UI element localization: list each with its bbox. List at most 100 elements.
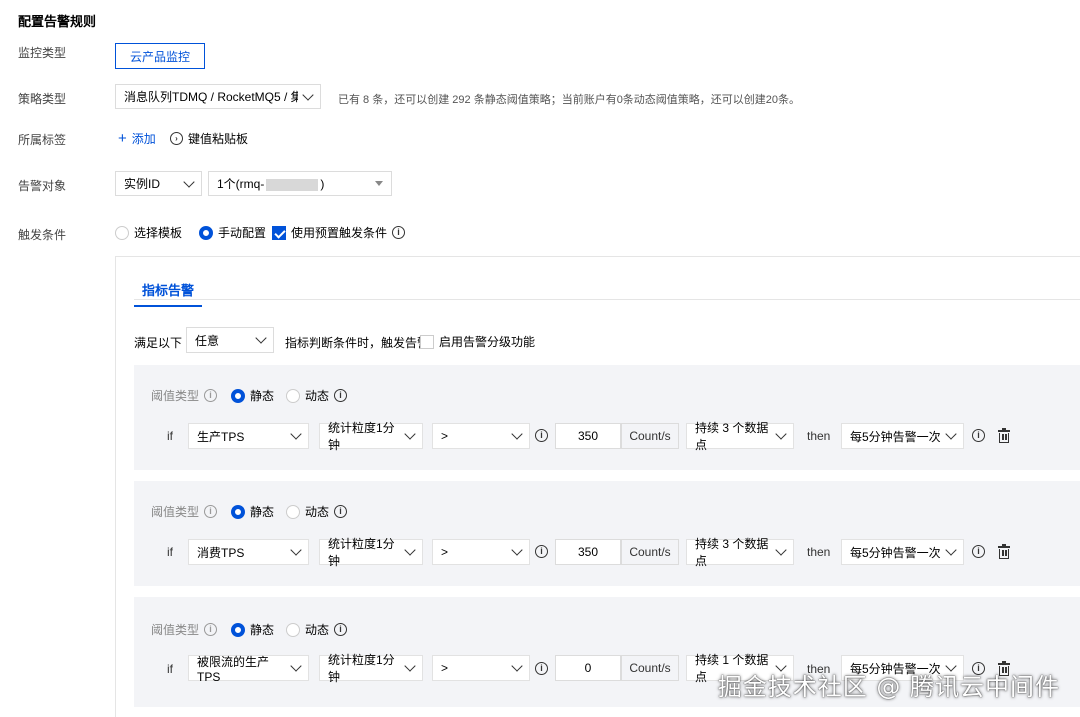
if-label: if <box>167 429 173 443</box>
granularity-select[interactable]: 统计粒度1分钟 <box>319 421 423 452</box>
operator-select[interactable]: > <box>432 539 530 565</box>
info-icon[interactable]: i <box>204 623 218 636</box>
radio-on-icon <box>231 504 245 519</box>
info-icon[interactable]: i <box>334 389 348 402</box>
trigger-template-label: 选择模板 <box>134 226 183 240</box>
info-icon[interactable]: i <box>535 429 548 442</box>
chevron-down-icon <box>183 175 195 188</box>
chevron-down-icon <box>775 544 787 556</box>
info-icon[interactable]: i <box>535 545 548 558</box>
metric-value: 生产TPS <box>197 429 245 444</box>
metric-select[interactable]: 被限流的生产TPS <box>188 654 309 684</box>
chevron-down-icon <box>404 544 416 556</box>
info-icon[interactable]: i <box>204 505 218 518</box>
key-value-paste-label: 键值粘贴板 <box>188 132 249 146</box>
tags-label: 所属标签 <box>18 133 67 147</box>
instance-select[interactable]: 1个(rmq-) <box>208 171 392 196</box>
dynamic-radio[interactable]: 动态 i <box>286 621 348 638</box>
operator-value: > <box>441 545 449 559</box>
trigger-manual-radio[interactable]: 手动配置 <box>199 224 266 241</box>
threshold-type-label: 阈值类型 <box>151 389 200 403</box>
delete-icon[interactable] <box>998 544 1010 559</box>
radio-on-icon <box>199 225 213 240</box>
metric-value: 消费TPS <box>197 545 245 560</box>
info-icon[interactable]: i <box>204 389 218 402</box>
plus-icon: + <box>118 129 127 147</box>
operator-value: > <box>441 661 449 675</box>
dynamic-radio[interactable]: 动态 i <box>286 503 348 520</box>
radio-off-icon <box>115 225 129 240</box>
chevron-down-icon <box>290 544 302 556</box>
chevron-down-icon <box>404 428 416 440</box>
id-type-select[interactable]: 实例ID <box>115 171 202 196</box>
alarm-grading-label: 启用告警分级功能 <box>439 335 536 349</box>
policy-type-value: 消息队列TDMQ / RocketMQ5 / 集群 <box>124 90 298 104</box>
static-radio[interactable]: 静态 <box>231 503 274 520</box>
info-icon[interactable]: i <box>972 429 985 442</box>
info-icon[interactable]: i <box>334 505 348 518</box>
duration-value: 持续 3 个数据点 <box>695 537 769 568</box>
threshold-value-input[interactable]: 350 <box>555 423 621 449</box>
dynamic-label: 动态 <box>305 389 330 403</box>
static-radio[interactable]: 静态 <box>231 387 274 404</box>
duration-select[interactable]: 持续 3 个数据点 <box>686 537 794 568</box>
metric-select[interactable]: 生产TPS <box>188 423 309 449</box>
dynamic-label: 动态 <box>305 505 330 519</box>
cloud-product-monitor-button[interactable]: 云产品监控 <box>115 43 205 69</box>
chevron-down-icon <box>290 660 302 672</box>
info-icon[interactable]: i <box>535 662 548 675</box>
static-radio[interactable]: 静态 <box>231 621 274 638</box>
watermark: 掘金技术社区 @ 腾讯云中间件 <box>717 673 1060 701</box>
unit-label: Count/s <box>621 655 679 681</box>
metric-select[interactable]: 消费TPS <box>188 539 309 565</box>
threshold-type: 阈值类型 i <box>151 387 218 404</box>
checkbox-unchecked-icon <box>420 334 434 349</box>
duration-value: 持续 3 个数据点 <box>695 421 769 452</box>
dynamic-radio[interactable]: 动态 i <box>286 387 348 404</box>
chevron-down-icon <box>511 660 523 672</box>
info-icon[interactable]: i <box>392 226 406 239</box>
tab-metric-alarm[interactable]: 指标告警 <box>134 280 203 307</box>
page-title: 配置告警规则 <box>18 14 97 29</box>
info-icon[interactable]: i <box>972 545 985 558</box>
delete-icon[interactable] <box>998 428 1010 443</box>
metric-value: 被限流的生产TPS <box>197 654 270 684</box>
dynamic-label: 动态 <box>305 623 330 637</box>
info-icon[interactable]: i <box>334 623 348 636</box>
trigger-manual-label: 手动配置 <box>218 226 267 240</box>
policy-type-select[interactable]: 消息队列TDMQ / RocketMQ5 / 集群 <box>115 84 321 109</box>
frequency-select[interactable]: 每5分钟告警一次 <box>841 539 964 565</box>
threshold-value-input[interactable]: 0 <box>555 655 621 681</box>
rule-card-1: 阈值类型 i 静态 动态 i if 生产TPS 统计粒度1分钟 > i 350 … <box>134 365 1080 470</box>
chevron-down-icon <box>945 544 957 556</box>
trigger-template-radio[interactable]: 选择模板 <box>115 224 182 241</box>
static-label: 静态 <box>250 623 275 637</box>
id-type-value: 实例ID <box>124 177 161 191</box>
granularity-value: 统计粒度1分钟 <box>328 537 395 568</box>
radio-off-icon <box>286 388 300 403</box>
chevron-down-icon <box>775 428 787 440</box>
chevron-down-icon <box>945 428 957 440</box>
frequency-select[interactable]: 每5分钟告警一次 <box>841 423 964 449</box>
operator-select[interactable]: > <box>432 655 530 681</box>
chevron-down-icon <box>511 544 523 556</box>
granularity-select[interactable]: 统计粒度1分钟 <box>319 537 423 568</box>
add-tag-button[interactable]: + 添加 <box>118 130 156 147</box>
if-label: if <box>167 545 173 559</box>
instance-value: 1个(rmq-) <box>217 175 324 192</box>
frequency-value: 每5分钟告警一次 <box>850 429 941 444</box>
alarm-grading-checkbox[interactable]: 启用告警分级功能 <box>420 333 535 350</box>
threshold-type: 阈值类型 i <box>151 503 218 520</box>
any-all-value: 任意 <box>195 333 220 348</box>
any-all-select[interactable]: 任意 <box>186 327 274 353</box>
condition-suffix: 指标判断条件时，触发告警 <box>285 336 430 350</box>
chevron-down-icon <box>255 332 267 344</box>
preset-trigger-checkbox[interactable]: 使用预置触发条件 i <box>272 224 406 241</box>
granularity-select[interactable]: 统计粒度1分钟 <box>319 653 423 684</box>
key-value-paste-button[interactable]: › 键值粘贴板 <box>170 130 248 147</box>
instance-suffix: ) <box>320 177 325 191</box>
duration-select[interactable]: 持续 3 个数据点 <box>686 421 794 452</box>
threshold-value-input[interactable]: 350 <box>555 539 621 565</box>
tab-divider <box>134 299 1080 300</box>
operator-select[interactable]: > <box>432 423 530 449</box>
